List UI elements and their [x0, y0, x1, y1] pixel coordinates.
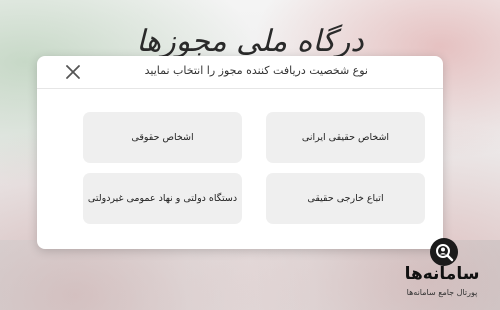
background-title: درگاه ملی مجوزها: [136, 24, 364, 59]
dialog-header: نوع شخصیت دریافت کننده مجوز را انتخاب نم…: [37, 56, 443, 89]
magnifier-person-icon: [430, 238, 458, 266]
close-icon: [66, 65, 80, 79]
brand-tagline: پورتال جامع سامانه‌ها: [406, 288, 478, 297]
option-government-public-institutions[interactable]: دستگاه دولتی و نهاد عمومی غیردولتی: [83, 173, 242, 224]
person-type-dialog: نوع شخصیت دریافت کننده مجوز را انتخاب نم…: [37, 56, 443, 249]
close-button[interactable]: [63, 62, 83, 82]
samanehha-logo: سامانه‌ها پورتال جامع سامانه‌ها: [392, 238, 492, 304]
option-foreign-natural-nationals[interactable]: اتباع خارجی حقیقی: [266, 173, 425, 224]
option-iranian-natural-persons[interactable]: اشخاص حقیقی ایرانی: [266, 112, 425, 163]
option-legal-persons[interactable]: اشخاص حقوقی: [83, 112, 242, 163]
dialog-title: نوع شخصیت دریافت کننده مجوز را انتخاب نم…: [144, 64, 368, 77]
brand-name: سامانه‌ها: [404, 264, 480, 284]
